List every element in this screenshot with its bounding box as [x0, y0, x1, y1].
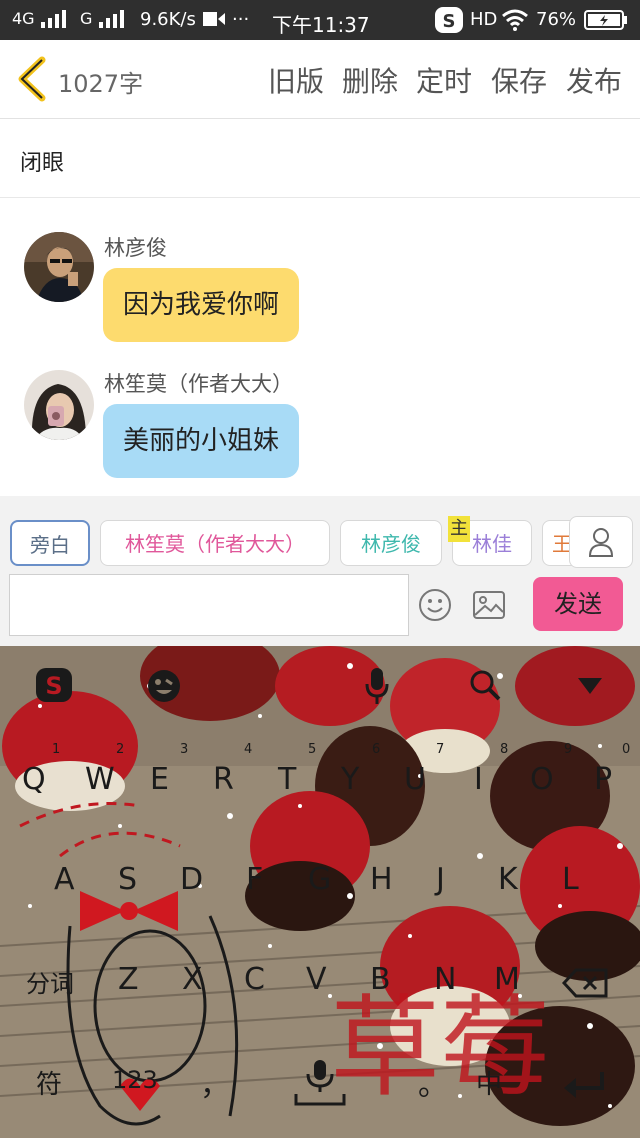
key-c[interactable]: C: [244, 962, 265, 997]
key-e[interactable]: E: [150, 762, 169, 797]
key-hint-1: 1: [52, 742, 61, 757]
key-q[interactable]: Q: [22, 762, 46, 797]
key-s[interactable]: S: [118, 862, 137, 897]
role-author[interactable]: 林笙莫（作者大大）: [100, 520, 330, 566]
key-g[interactable]: G: [308, 862, 331, 897]
backspace-icon[interactable]: [561, 968, 608, 1002]
sogou-keyboard: 草莓 S Q W E R T Y U I O P 1 2 3 4 5 6 7 8…: [0, 646, 640, 1138]
network-speed: 9.6K/s: [140, 9, 196, 30]
key-hint-5: 5: [308, 742, 317, 757]
key-t[interactable]: T: [278, 762, 296, 797]
key-hint-2: 2: [116, 742, 125, 757]
emoji-icon[interactable]: [418, 588, 452, 626]
battery-percent: 76%: [536, 9, 577, 30]
hd-label: HD: [470, 9, 498, 30]
battery-icon: [584, 10, 628, 35]
status-time: 下午11:37: [272, 13, 370, 37]
key-i[interactable]: I: [474, 762, 483, 797]
key-w[interactable]: W: [85, 762, 115, 797]
avatar[interactable]: [24, 232, 94, 302]
key-v[interactable]: V: [306, 962, 327, 997]
signal-icon-2: [98, 9, 128, 34]
image-icon[interactable]: [472, 590, 506, 624]
editor-header: 1027字 旧版 删除 定时 保存 发布: [0, 40, 640, 119]
schedule-button[interactable]: 定时: [416, 60, 472, 100]
key-k[interactable]: K: [498, 862, 518, 897]
cutoff-text-line: [20, 198, 400, 204]
voice-input-icon[interactable]: [364, 666, 390, 710]
svg-text:S: S: [443, 11, 456, 32]
key-hint-3: 3: [180, 742, 189, 757]
key-l[interactable]: L: [562, 862, 579, 897]
save-button[interactable]: 保存: [491, 60, 547, 100]
key-h[interactable]: H: [370, 862, 393, 897]
search-icon[interactable]: [468, 668, 502, 706]
comma-key[interactable]: ，: [200, 1060, 230, 1104]
key-x[interactable]: X: [182, 962, 203, 997]
key-r[interactable]: R: [213, 762, 234, 797]
role-manager-button[interactable]: [569, 516, 633, 568]
message-input[interactable]: [9, 574, 409, 636]
emoji-keyboard-icon[interactable]: [146, 668, 182, 708]
signal-icon-1: [40, 9, 70, 34]
message-bubble[interactable]: 美丽的小姐妹: [103, 404, 300, 478]
word-count: 1027字: [58, 70, 144, 98]
key-n[interactable]: N: [434, 962, 456, 997]
role-lin-yanjun[interactable]: 林彦俊: [340, 520, 442, 566]
message-sender-name: 林彦俊: [104, 236, 167, 260]
sogou-logo-icon[interactable]: S: [34, 666, 74, 708]
space-key[interactable]: [294, 1056, 346, 1112]
key-hint-7: 7: [436, 742, 445, 757]
sogou-icon: S: [434, 6, 464, 39]
title-bar[interactable]: 闭眼: [0, 119, 640, 198]
avatar[interactable]: [24, 370, 94, 440]
symbol-key[interactable]: 符: [36, 1064, 62, 1101]
role-selector-bar: 旁白 林笙莫（作者大大） 林彦俊 林佳 主 王 发送: [0, 496, 640, 646]
back-icon[interactable]: [12, 54, 52, 104]
key-z[interactable]: Z: [118, 962, 139, 997]
key-m[interactable]: M: [494, 962, 520, 997]
key-hint-6: 6: [372, 742, 381, 757]
number-key[interactable]: 123: [112, 1066, 158, 1094]
role-narrator[interactable]: 旁白: [10, 520, 90, 566]
chat-area[interactable]: 林彦俊 因为我爱你啊 林笙莫（作者大大） 美丽的小姐妹: [0, 198, 640, 496]
key-hint-4: 4: [244, 742, 253, 757]
segment-key[interactable]: 分词: [26, 964, 74, 999]
key-u[interactable]: U: [404, 762, 426, 797]
video-notification-icon: [202, 9, 226, 34]
key-j[interactable]: J: [436, 862, 445, 897]
send-button[interactable]: 发送: [533, 577, 623, 631]
message-sender-name: 林笙莫（作者大大）: [104, 372, 293, 396]
period-key[interactable]: 。: [418, 1060, 448, 1104]
message-bubble[interactable]: 因为我爱你啊: [103, 268, 300, 342]
main-character-badge: 主: [448, 516, 470, 542]
key-hint-8: 8: [500, 742, 509, 757]
key-hint-9: 9: [564, 742, 573, 757]
delete-button[interactable]: 删除: [342, 60, 398, 100]
enter-icon[interactable]: [562, 1070, 608, 1104]
key-p[interactable]: P: [594, 762, 612, 797]
status-bar: 4G G 9.6K/s ··· 下午11:37 S HD 76%: [0, 0, 640, 40]
key-d[interactable]: D: [180, 862, 203, 897]
network-type-1: 4G: [12, 9, 35, 28]
key-f[interactable]: F: [246, 862, 263, 897]
wifi-icon: [502, 9, 528, 36]
key-o[interactable]: O: [530, 762, 554, 797]
key-a[interactable]: A: [54, 862, 75, 897]
key-y[interactable]: Y: [341, 762, 359, 797]
publish-button[interactable]: 发布: [566, 60, 622, 100]
story-title[interactable]: 闭眼: [20, 145, 64, 177]
old-version-button[interactable]: 旧版: [268, 60, 324, 100]
key-hint-0: 0: [622, 742, 631, 757]
more-notifications: ···: [232, 9, 250, 30]
svg-text:S: S: [45, 672, 62, 700]
collapse-keyboard-icon[interactable]: [576, 676, 604, 700]
key-b[interactable]: B: [370, 962, 391, 997]
network-type-2: G: [80, 9, 93, 28]
person-icon: [588, 527, 614, 561]
language-switch-key[interactable]: 中: [476, 1064, 502, 1101]
